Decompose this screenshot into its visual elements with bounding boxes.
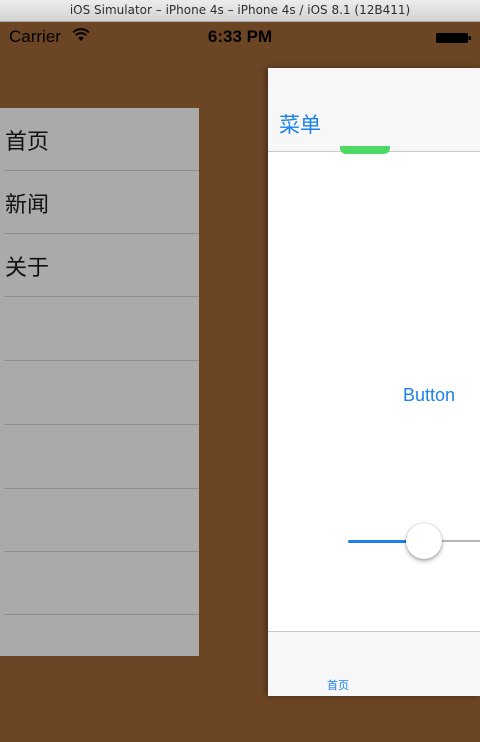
- tab-bar: 首页: [268, 631, 480, 696]
- menu-item-empty[interactable]: [0, 362, 199, 425]
- menu-item-about[interactable]: 关于: [0, 234, 199, 297]
- window-title: iOS Simulator – iPhone 4s – iPhone 4s / …: [69, 3, 411, 17]
- row-separator: [4, 296, 199, 297]
- status-bar: Carrier 6:33 PM: [0, 22, 480, 52]
- navigation-bar: 菜单: [268, 68, 480, 152]
- menu-item-home[interactable]: 首页: [0, 108, 199, 171]
- menu-item-news[interactable]: 新闻: [0, 171, 199, 234]
- battery-full-icon: [436, 33, 471, 43]
- toggle-switch[interactable]: [340, 146, 390, 154]
- tab-home[interactable]: 首页: [312, 676, 364, 694]
- menu-item-empty[interactable]: [0, 489, 199, 552]
- menu-item-empty[interactable]: [0, 298, 199, 361]
- status-clock: 6:33 PM: [207, 27, 273, 46]
- row-separator: [4, 424, 199, 425]
- slider-thumb[interactable]: [406, 523, 442, 559]
- menu-button[interactable]: 菜单: [279, 109, 321, 139]
- tab-home-label: 首页: [327, 679, 349, 692]
- menu-item-empty[interactable]: [0, 426, 199, 489]
- value-slider[interactable]: [348, 523, 480, 559]
- menu-item-label: 首页: [5, 130, 50, 155]
- row-separator: [4, 614, 199, 615]
- menu-item-empty[interactable]: [0, 616, 199, 656]
- simulator-title-bar: iOS Simulator – iPhone 4s – iPhone 4s / …: [0, 0, 480, 22]
- main-content-view: 菜单 Button 首页: [268, 68, 480, 696]
- row-separator: [4, 360, 199, 361]
- side-menu: 首页 新闻 关于: [0, 108, 199, 656]
- menu-item-label: 新闻: [5, 193, 50, 218]
- menu-item-label: 关于: [5, 256, 50, 281]
- center-button[interactable]: Button: [403, 385, 455, 406]
- menu-item-empty[interactable]: [0, 552, 199, 615]
